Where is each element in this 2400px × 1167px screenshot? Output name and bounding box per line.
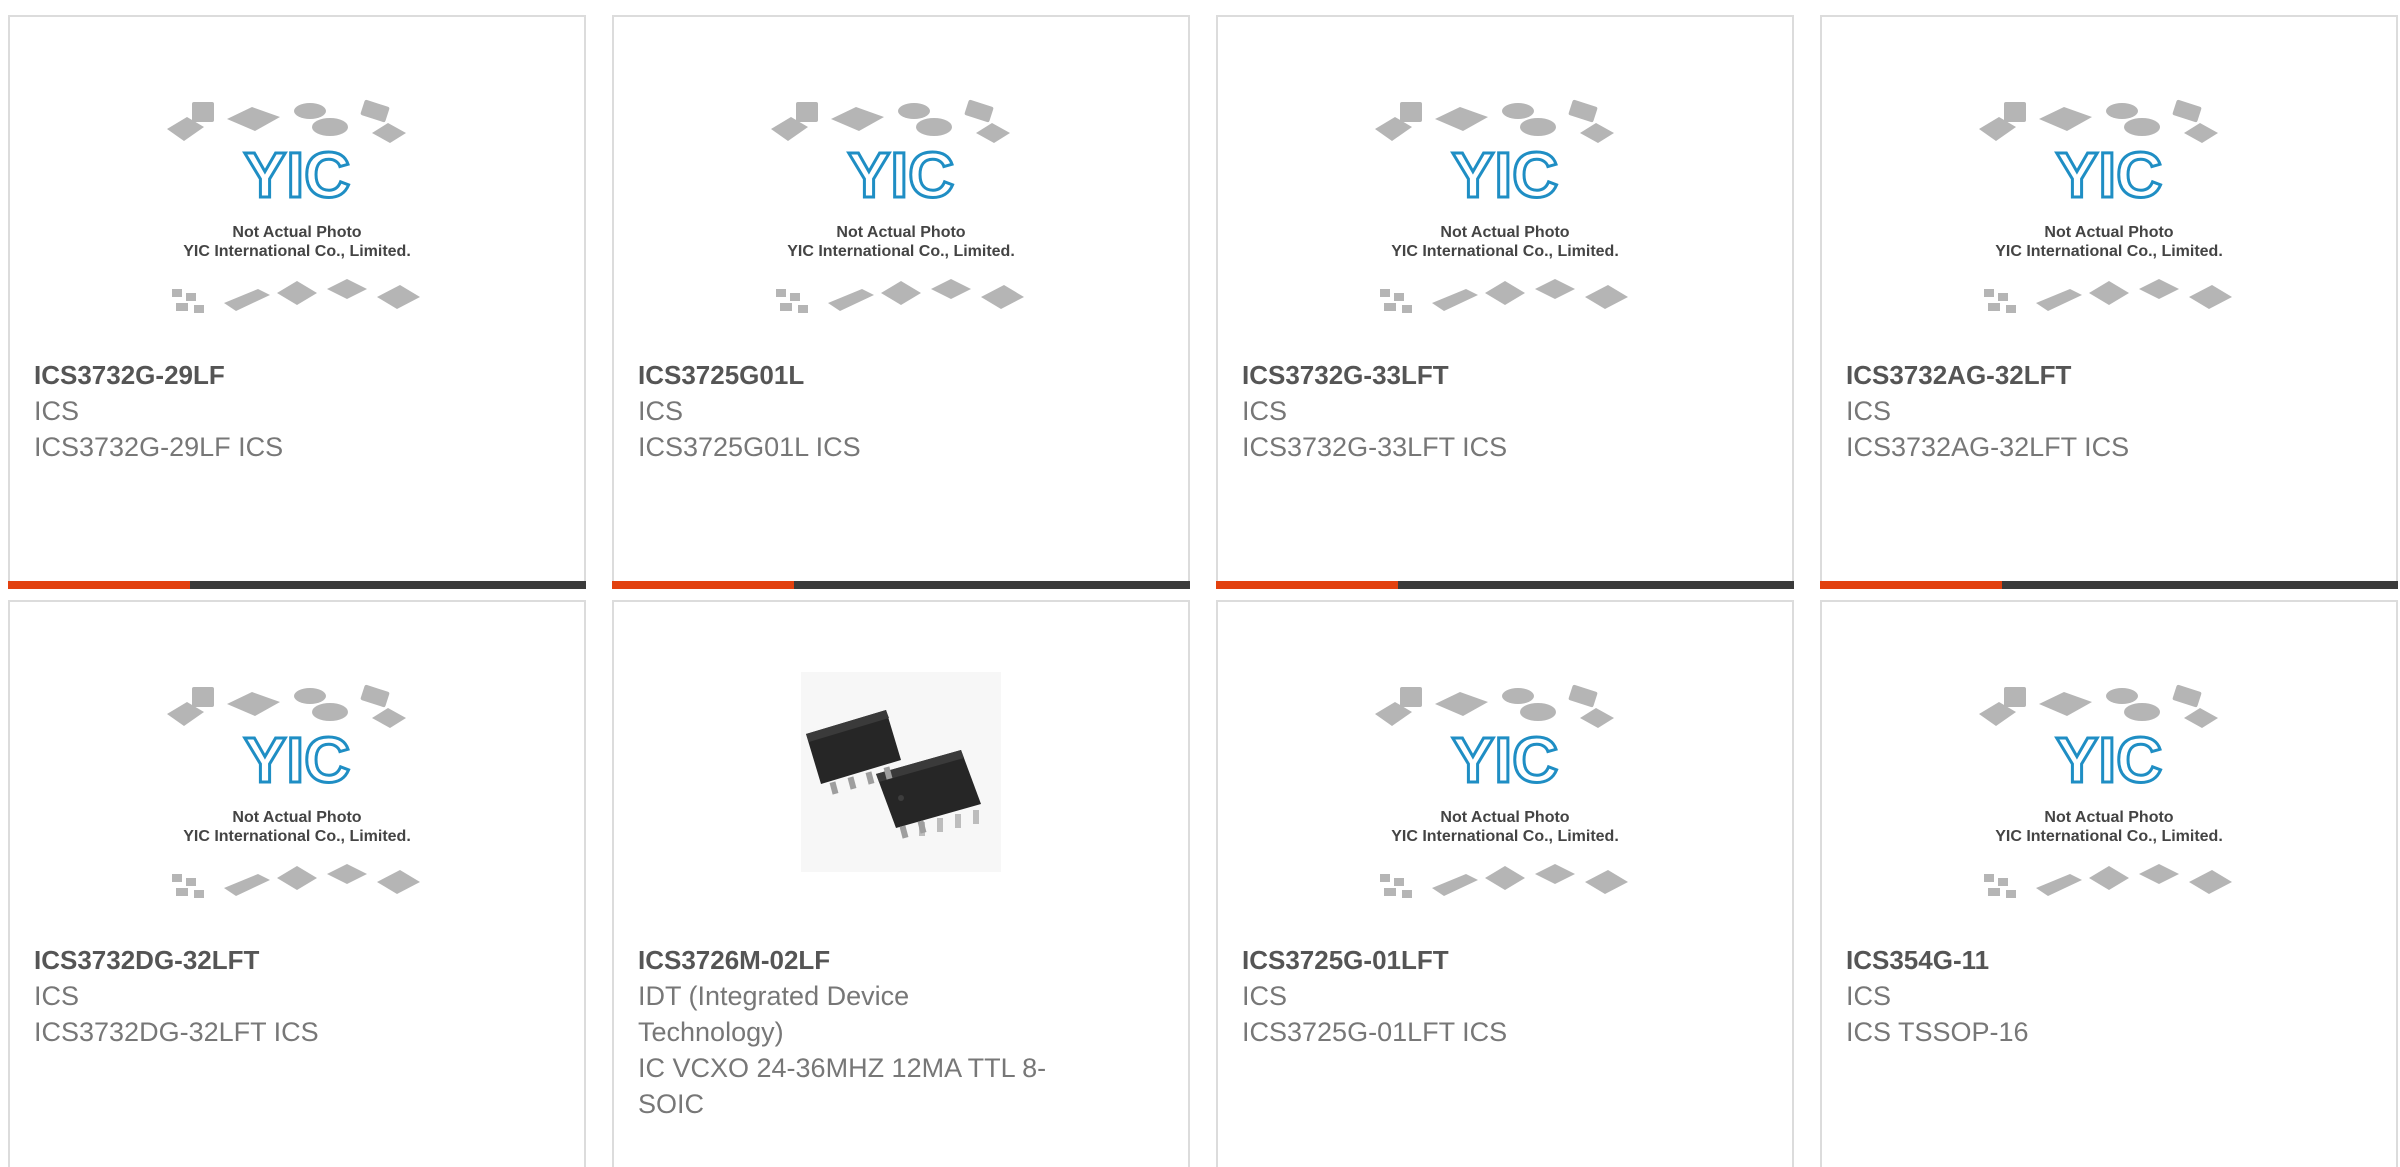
product-info: ICS3725G01L ICS ICS3725G01L ICS xyxy=(638,357,1164,465)
svg-text:YIC: YIC xyxy=(848,139,955,211)
soic-8-chip-photo xyxy=(801,672,1001,872)
svg-text:Not Actual Photo: Not Actual Photo xyxy=(836,224,965,241)
svg-text:Not Actual Photo: Not Actual Photo xyxy=(232,809,361,826)
product-card[interactable]: ICS3726M-02LF IDT (Integrated Device Tec… xyxy=(612,600,1190,1167)
placeholder-photo: YIC Not Actual Photo YIC International C… xyxy=(1979,684,2232,898)
svg-text:YIC: YIC xyxy=(244,139,351,211)
product-grid: YIC Not Actual Photo YIC International C… xyxy=(8,15,2400,1167)
svg-text:YIC International Co., Limited: YIC International Co., Limited. xyxy=(183,828,411,845)
manufacturer: IDT (Integrated Device Technology) xyxy=(638,981,910,1047)
product-card[interactable]: YIC Not Actual Photo YIC International C… xyxy=(1820,600,2398,1167)
manufacturer: ICS xyxy=(1242,396,1288,426)
manufacturer: ICS xyxy=(1242,981,1288,1011)
description: ICS3732G-33LFT ICS xyxy=(1242,432,1508,462)
part-number-link[interactable]: ICS3732AG-32LFT xyxy=(1846,357,2372,393)
product-info: ICS3725G-01LFT ICS ICS3725G-01LFT ICS xyxy=(1242,942,1768,1050)
svg-text:YIC: YIC xyxy=(2056,724,2163,796)
description: ICS3725G01L ICS xyxy=(638,432,861,462)
product-image[interactable]: YIC Not Actual Photo YIC International C… xyxy=(1822,682,2396,952)
product-image[interactable]: YIC Not Actual Photo YIC International C… xyxy=(10,97,584,367)
part-number-link[interactable]: ICS3732G-29LF xyxy=(34,357,560,393)
part-number-link[interactable]: ICS3726M-02LF xyxy=(638,942,1164,978)
product-card[interactable]: YIC Not Actual Photo YIC International C… xyxy=(1216,15,1794,589)
svg-text:Not Actual Photo: Not Actual Photo xyxy=(2044,224,2173,241)
manufacturer: ICS xyxy=(1846,396,1892,426)
product-image[interactable] xyxy=(614,672,1188,952)
card-accent xyxy=(1216,581,1398,589)
description: ICS3732AG-32LFT ICS xyxy=(1846,432,2130,462)
part-number-link[interactable]: ICS3732G-33LFT xyxy=(1242,357,1768,393)
svg-text:YIC: YIC xyxy=(2056,139,2163,211)
card-bottom-bar xyxy=(612,581,1190,589)
manufacturer: ICS xyxy=(34,981,80,1011)
description: ICS TSSOP-16 xyxy=(1846,1017,2029,1047)
description: ICS3732DG-32LFT ICS xyxy=(34,1017,319,1047)
product-info: ICS354G-11 ICS ICS TSSOP-16 xyxy=(1846,942,2372,1050)
placeholder-photo: YIC Not Actual Photo YIC International C… xyxy=(771,99,1024,313)
product-info: ICS3726M-02LF IDT (Integrated Device Tec… xyxy=(638,942,1164,1122)
svg-text:Not Actual Photo: Not Actual Photo xyxy=(2044,809,2173,826)
svg-text:YIC International Co., Limited: YIC International Co., Limited. xyxy=(1995,243,2223,260)
svg-text:YIC International Co., Limited: YIC International Co., Limited. xyxy=(1391,243,1619,260)
svg-text:YIC International Co., Limited: YIC International Co., Limited. xyxy=(787,243,1015,260)
product-info: ICS3732G-29LF ICS ICS3732G-29LF ICS xyxy=(34,357,560,465)
description: ICS3732G-29LF ICS xyxy=(34,432,284,462)
part-number-link[interactable]: ICS3732DG-32LFT xyxy=(34,942,560,978)
card-accent xyxy=(612,581,794,589)
product-card[interactable]: YIC Not Actual Photo YIC International C… xyxy=(1216,600,1794,1167)
svg-text:YIC: YIC xyxy=(1452,724,1559,796)
svg-text:Not Actual Photo: Not Actual Photo xyxy=(1440,809,1569,826)
card-bottom-bar xyxy=(1216,581,1794,589)
product-card[interactable]: YIC Not Actual Photo YIC International C… xyxy=(8,15,586,589)
placeholder-photo: YIC Not Actual Photo YIC International C… xyxy=(1375,99,1628,313)
part-number-link[interactable]: ICS354G-11 xyxy=(1846,942,2372,978)
svg-text:Not Actual Photo: Not Actual Photo xyxy=(232,224,361,241)
product-info: ICS3732AG-32LFT ICS ICS3732AG-32LFT ICS xyxy=(1846,357,2372,465)
product-card[interactable]: YIC Not Actual Photo YIC International C… xyxy=(8,600,586,1167)
description: ICS3725G-01LFT ICS xyxy=(1242,1017,1508,1047)
product-image[interactable]: YIC Not Actual Photo YIC International C… xyxy=(614,97,1188,367)
product-image[interactable]: YIC Not Actual Photo YIC International C… xyxy=(10,682,584,952)
placeholder-photo: YIC Not Actual Photo YIC International C… xyxy=(1375,684,1628,898)
placeholder-photo: YIC Not Actual Photo YIC International C… xyxy=(167,684,420,898)
manufacturer: ICS xyxy=(638,396,684,426)
manufacturer: ICS xyxy=(34,396,80,426)
product-card[interactable]: YIC Not Actual Photo YIC International C… xyxy=(1820,15,2398,589)
svg-text:YIC International Co., Limited: YIC International Co., Limited. xyxy=(183,243,411,260)
product-card[interactable]: YIC Not Actual Photo YIC International C… xyxy=(612,15,1190,589)
card-bottom-bar xyxy=(1820,581,2398,589)
svg-text:YIC: YIC xyxy=(1452,139,1559,211)
card-bottom-bar xyxy=(8,581,586,589)
product-info: ICS3732DG-32LFT ICS ICS3732DG-32LFT ICS xyxy=(34,942,560,1050)
svg-text:YIC: YIC xyxy=(244,724,351,796)
card-accent xyxy=(8,581,190,589)
product-info: ICS3732G-33LFT ICS ICS3732G-33LFT ICS xyxy=(1242,357,1768,465)
part-number-link[interactable]: ICS3725G-01LFT xyxy=(1242,942,1768,978)
card-accent xyxy=(1820,581,2002,589)
manufacturer: ICS xyxy=(1846,981,1892,1011)
description: IC VCXO 24-36MHZ 12MA TTL 8-SOIC xyxy=(638,1053,1047,1119)
product-image[interactable]: YIC Not Actual Photo YIC International C… xyxy=(1218,97,1792,367)
product-image[interactable]: YIC Not Actual Photo YIC International C… xyxy=(1822,97,2396,367)
part-number-link[interactable]: ICS3725G01L xyxy=(638,357,1164,393)
svg-text:YIC International Co., Limited: YIC International Co., Limited. xyxy=(1995,828,2223,845)
product-image[interactable]: YIC Not Actual Photo YIC International C… xyxy=(1218,682,1792,952)
svg-text:YIC International Co., Limited: YIC International Co., Limited. xyxy=(1391,828,1619,845)
placeholder-photo: YIC Not Actual Photo YIC International C… xyxy=(1979,99,2232,313)
placeholder-photo: YIC Not Actual Photo YIC International C… xyxy=(167,99,420,313)
svg-text:Not Actual Photo: Not Actual Photo xyxy=(1440,224,1569,241)
